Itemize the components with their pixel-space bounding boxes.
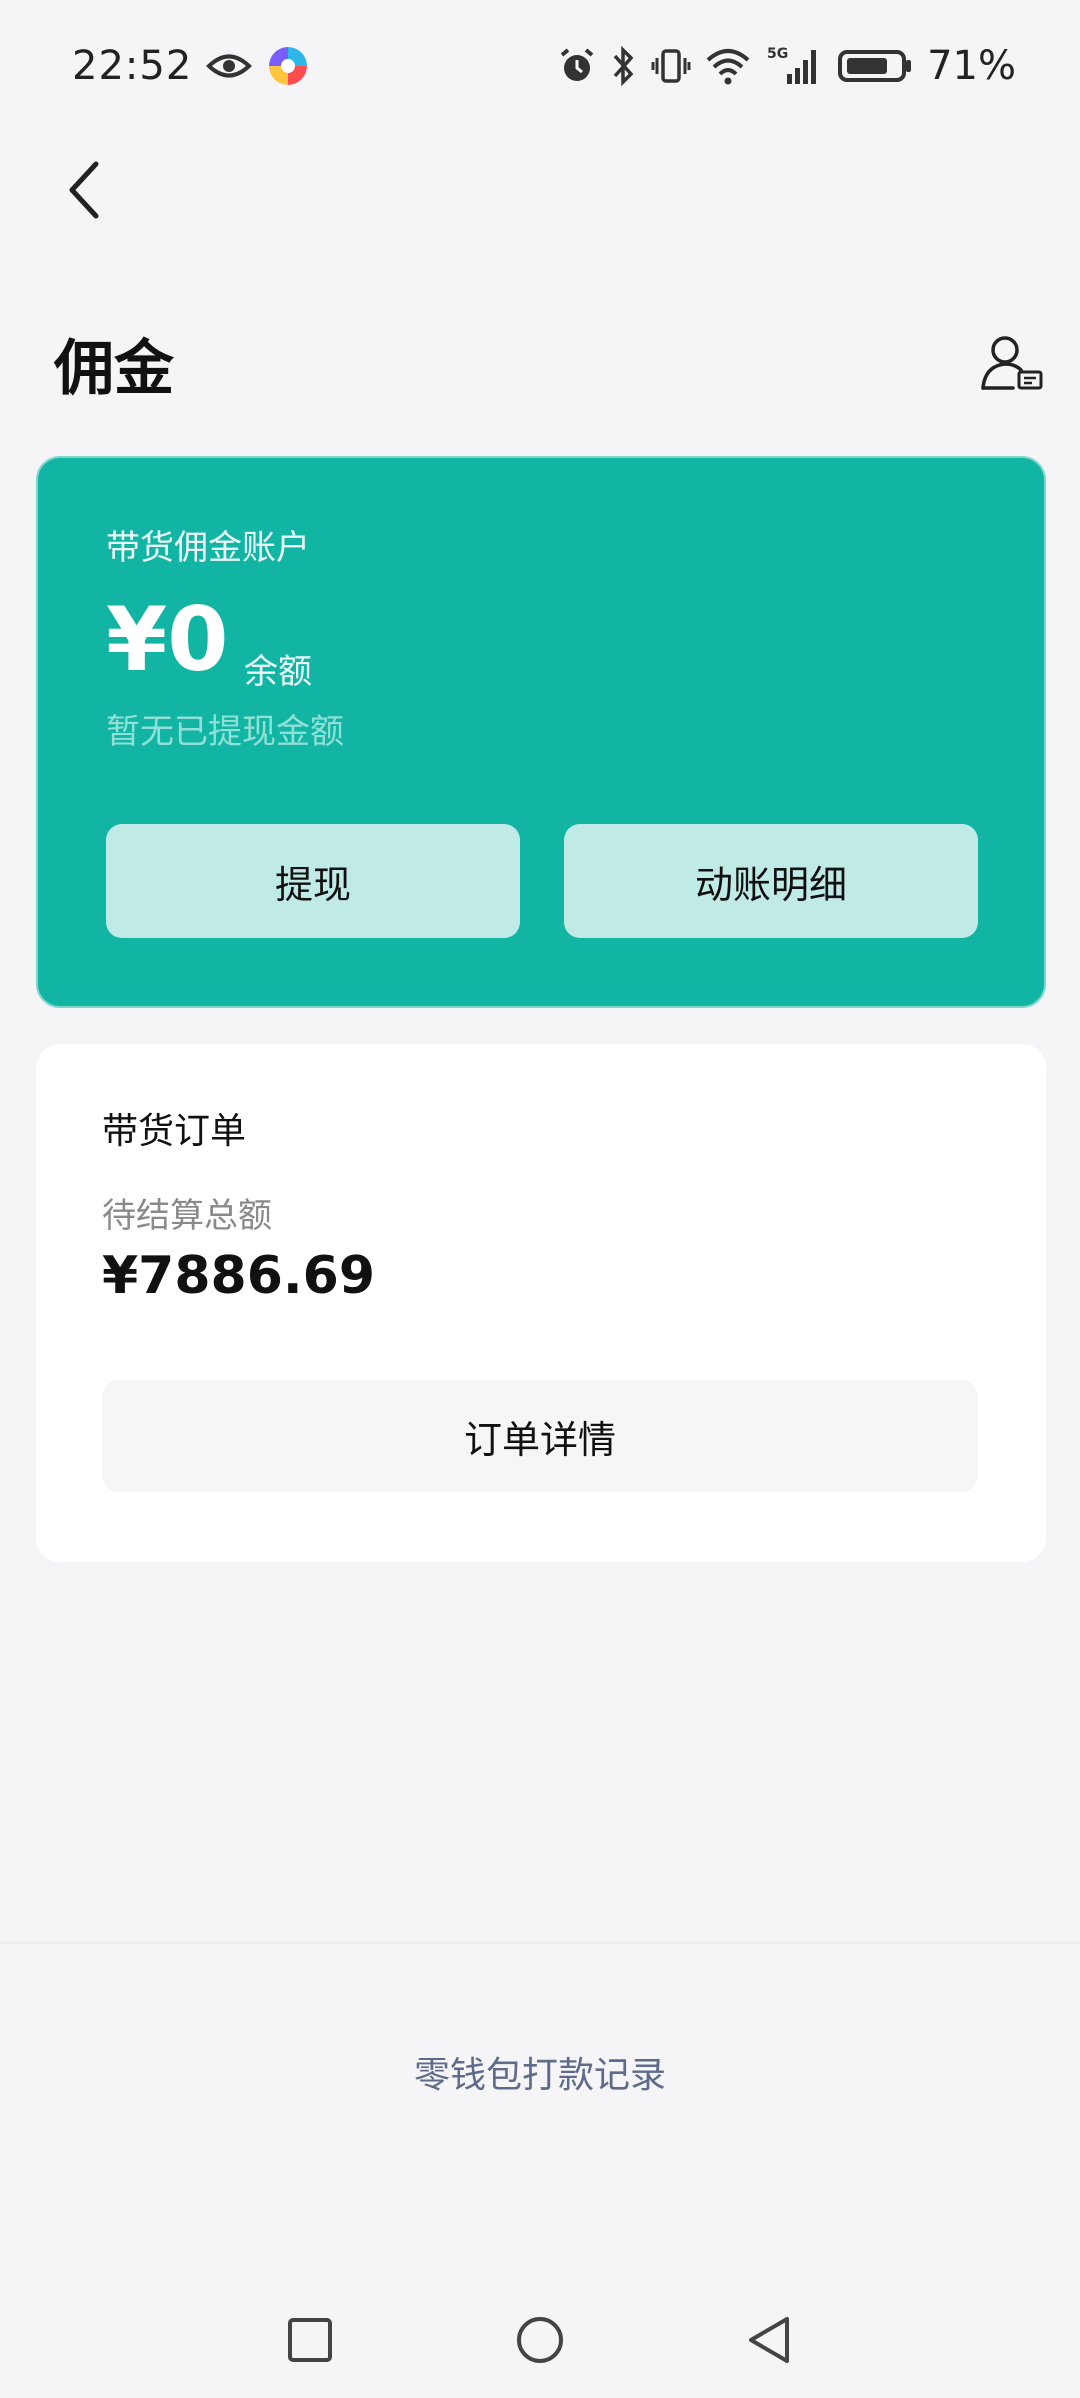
balance-amount: ¥0 bbox=[106, 588, 229, 691]
app-logo-icon bbox=[266, 44, 310, 88]
pending-settlement-amount: ¥7886.69 bbox=[102, 1246, 376, 1306]
system-back-button[interactable] bbox=[720, 2290, 820, 2390]
order-details-button[interactable]: 订单详情 bbox=[102, 1380, 978, 1492]
status-bar: 22:52 5G 71% bbox=[0, 0, 1080, 132]
signal-icon: 5G bbox=[765, 44, 823, 88]
status-bar-right: 5G 71% bbox=[557, 43, 1016, 89]
commission-account-card: 带货佣金账户 ¥0 余额 暂无已提现金额 提现 动账明细 bbox=[36, 456, 1046, 1008]
back-button[interactable] bbox=[44, 150, 124, 230]
chevron-left-icon bbox=[69, 161, 99, 219]
account-info-button[interactable] bbox=[972, 322, 1052, 402]
withdraw-button[interactable]: 提现 bbox=[106, 824, 520, 938]
network-type-label: 5G bbox=[767, 46, 788, 62]
battery-percent: 71% bbox=[927, 43, 1016, 89]
circle-icon bbox=[517, 2317, 563, 2363]
page-title: 佣金 bbox=[54, 334, 174, 404]
home-button[interactable] bbox=[490, 2290, 590, 2390]
commission-page: 22:52 5G 71% 佣金 带货佣金账户 ¥0 余额 暂无已提现金额 提现 … bbox=[0, 0, 1080, 2398]
orders-card: 带货订单 待结算总额 ¥7886.69 订单详情 bbox=[36, 1044, 1046, 1562]
battery-icon bbox=[837, 46, 913, 86]
commission-account-label: 带货佣金账户 bbox=[106, 528, 310, 568]
recent-apps-button[interactable] bbox=[260, 2290, 360, 2390]
alarm-icon bbox=[557, 46, 597, 86]
wifi-icon bbox=[705, 46, 751, 86]
withdrawn-amount-note: 暂无已提现金额 bbox=[106, 712, 344, 752]
transaction-details-button[interactable]: 动账明细 bbox=[564, 824, 978, 938]
system-nav-bar bbox=[0, 2290, 1080, 2390]
pending-settlement-label: 待结算总额 bbox=[102, 1196, 272, 1236]
square-icon bbox=[288, 2318, 332, 2362]
wallet-payment-records-link[interactable]: 零钱包打款记录 bbox=[0, 2046, 1080, 2098]
bluetooth-icon bbox=[611, 46, 637, 86]
triangle-back-icon bbox=[749, 2317, 789, 2363]
orders-title: 带货订单 bbox=[102, 1111, 247, 1152]
status-bar-left: 22:52 bbox=[72, 43, 310, 89]
vibrate-icon bbox=[651, 46, 691, 86]
user-card-icon bbox=[981, 336, 1043, 390]
divider bbox=[0, 1942, 1080, 1944]
status-time: 22:52 bbox=[72, 43, 193, 89]
eye-icon bbox=[206, 51, 253, 81]
balance-label: 余额 bbox=[244, 652, 312, 692]
